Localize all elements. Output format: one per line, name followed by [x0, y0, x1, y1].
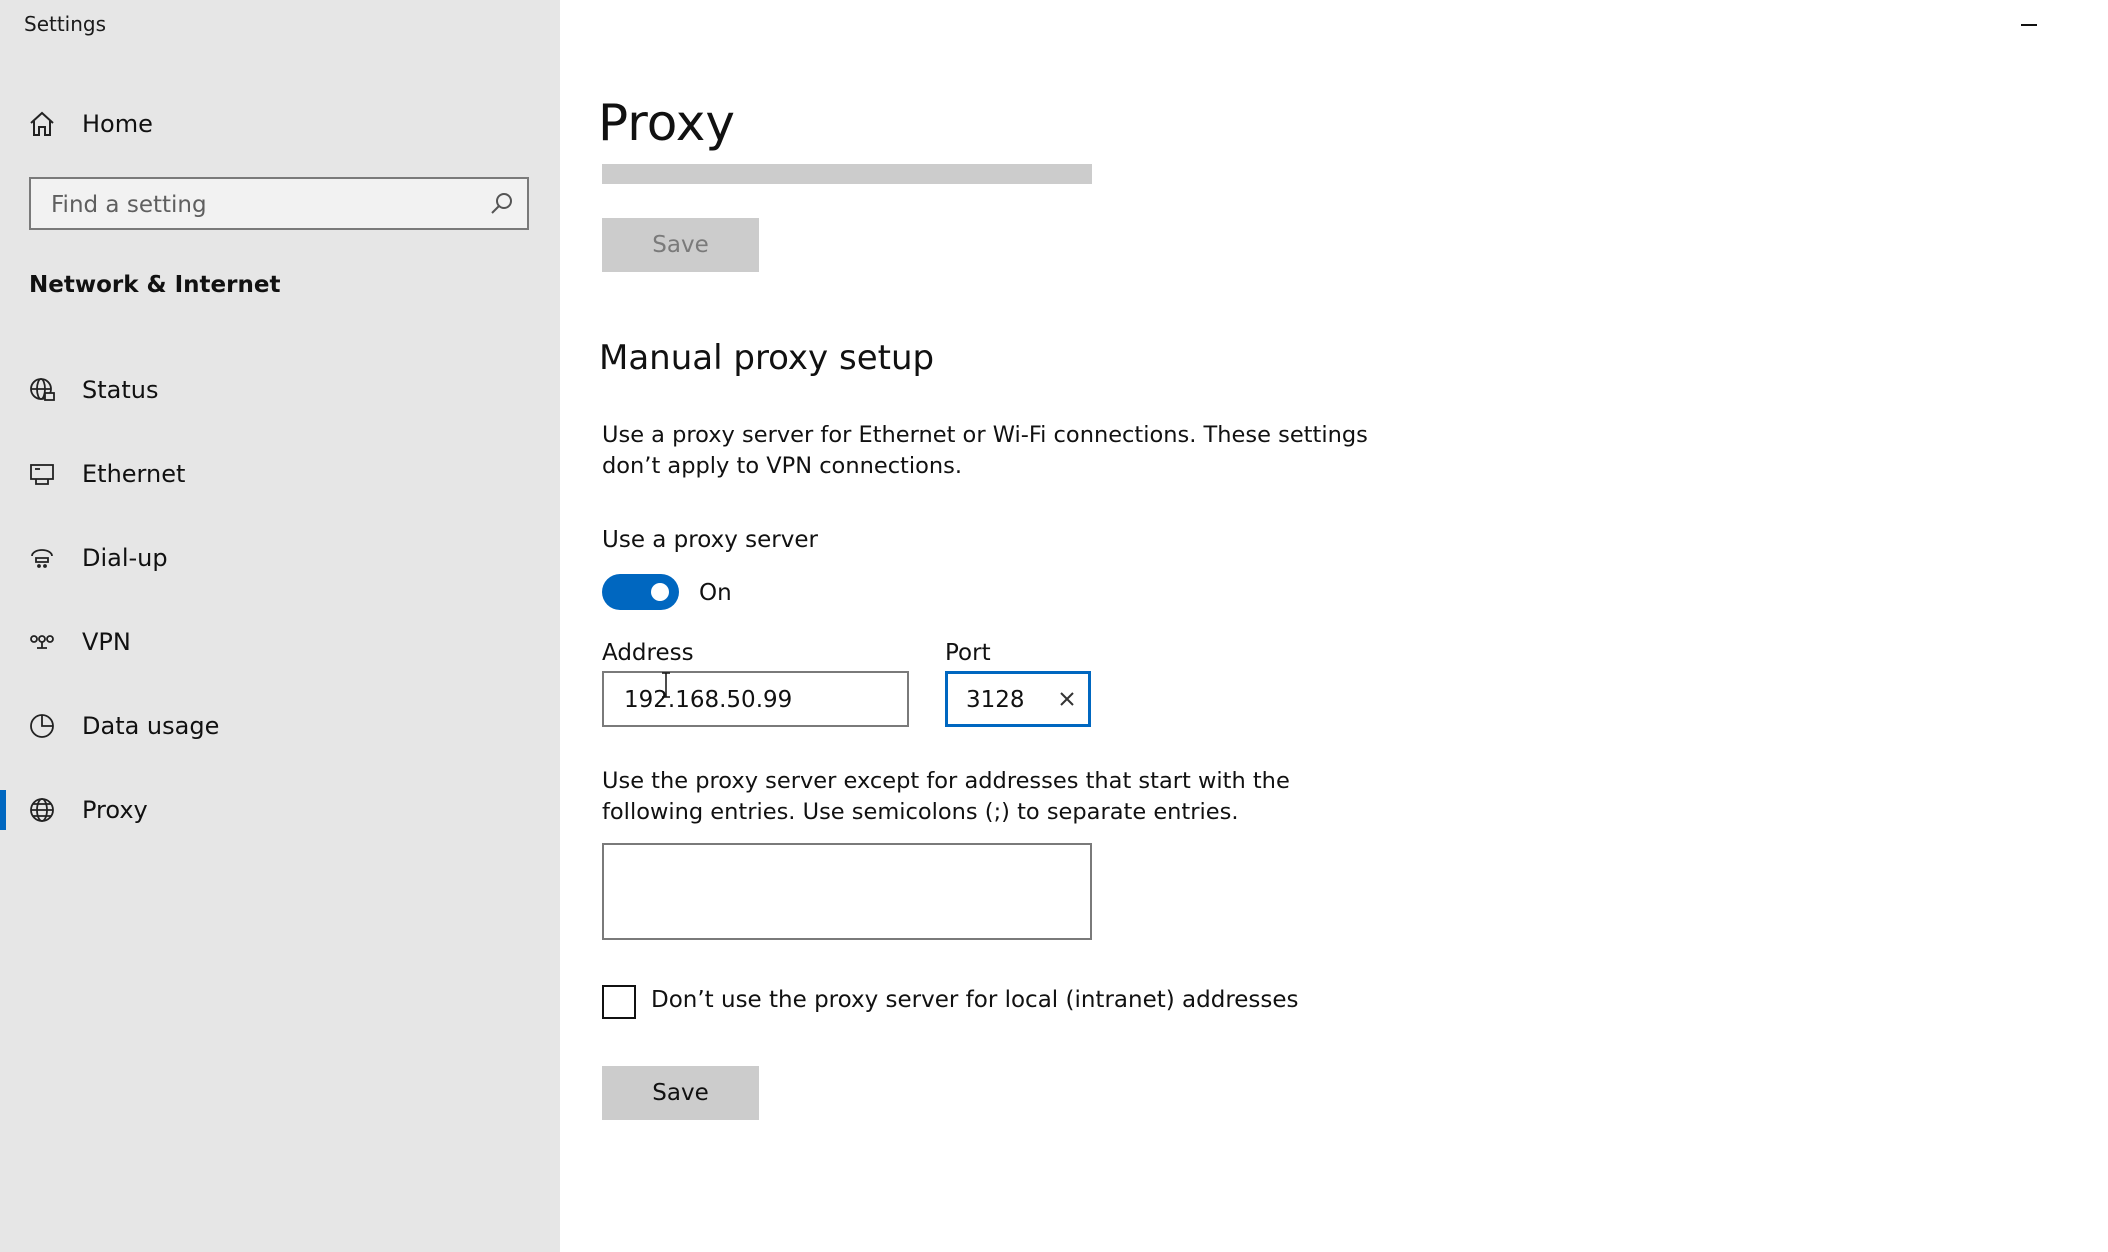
- search-input[interactable]: [49, 179, 473, 230]
- sidebar-item-label: Dial-up: [82, 544, 168, 572]
- exceptions-description: Use the proxy server except for addresse…: [602, 768, 1290, 825]
- save-button[interactable]: Save: [602, 1066, 759, 1120]
- local-address-checkbox[interactable]: [602, 985, 636, 1019]
- port-input[interactable]: [964, 674, 1038, 726]
- sidebar-item-dial-up[interactable]: Dial-up: [0, 528, 560, 588]
- address-field-box[interactable]: [602, 671, 909, 727]
- sidebar-item-label: Ethernet: [82, 460, 186, 488]
- sidebar-item-label: Status: [82, 376, 159, 404]
- app-title: Settings: [24, 12, 107, 36]
- loading-bar: [602, 164, 1092, 184]
- local-address-checkbox-label[interactable]: Don’t use the proxy server for local (in…: [651, 987, 1299, 1013]
- exceptions-input[interactable]: [622, 849, 1076, 941]
- globe-icon: [27, 795, 57, 825]
- top-save-button[interactable]: Save: [602, 218, 759, 272]
- sidebar-item-label: Home: [82, 110, 153, 138]
- sidebar-item-label: Data usage: [82, 712, 220, 740]
- search-box[interactable]: [29, 177, 529, 230]
- home-icon: [27, 109, 57, 139]
- sidebar-item-vpn[interactable]: VPN: [0, 612, 560, 672]
- dial-up-icon: [27, 543, 57, 573]
- clear-icon[interactable]: [1056, 688, 1078, 710]
- manual-proxy-heading: Manual proxy setup: [599, 338, 935, 378]
- ethernet-icon: [27, 459, 57, 489]
- port-field-box[interactable]: [945, 671, 1091, 727]
- sidebar-item-proxy[interactable]: Proxy: [0, 780, 560, 840]
- vpn-icon: [27, 627, 57, 657]
- port-label: Port: [945, 640, 991, 666]
- manual-proxy-description: Use a proxy server for Ethernet or Wi-Fi…: [602, 422, 1368, 479]
- sidebar-item-data-usage[interactable]: Data usage: [0, 696, 560, 756]
- minimize-button[interactable]: [2004, 10, 2054, 40]
- section-heading: Network & Internet: [29, 272, 281, 298]
- sidebar-item-label: VPN: [82, 628, 131, 656]
- sidebar: Settings Home Network & Internet: [0, 0, 560, 1252]
- page-title: Proxy: [598, 94, 735, 152]
- address-label: Address: [602, 640, 694, 666]
- sidebar-item-label: Proxy: [82, 796, 148, 824]
- globe-network-icon: [27, 375, 57, 405]
- use-proxy-toggle[interactable]: [602, 574, 679, 610]
- sidebar-item-status[interactable]: Status: [0, 360, 560, 420]
- data-usage-icon: [27, 711, 57, 741]
- toggle-knob: [651, 583, 669, 601]
- sidebar-item-ethernet[interactable]: Ethernet: [0, 444, 560, 504]
- exceptions-field-box[interactable]: [602, 843, 1092, 941]
- active-indicator: [0, 790, 6, 830]
- sidebar-item-home[interactable]: Home: [0, 94, 560, 154]
- use-proxy-label: Use a proxy server: [602, 527, 818, 553]
- toggle-state-text: On: [699, 580, 732, 606]
- search-icon[interactable]: [489, 191, 515, 217]
- text-cursor-icon: [661, 672, 671, 698]
